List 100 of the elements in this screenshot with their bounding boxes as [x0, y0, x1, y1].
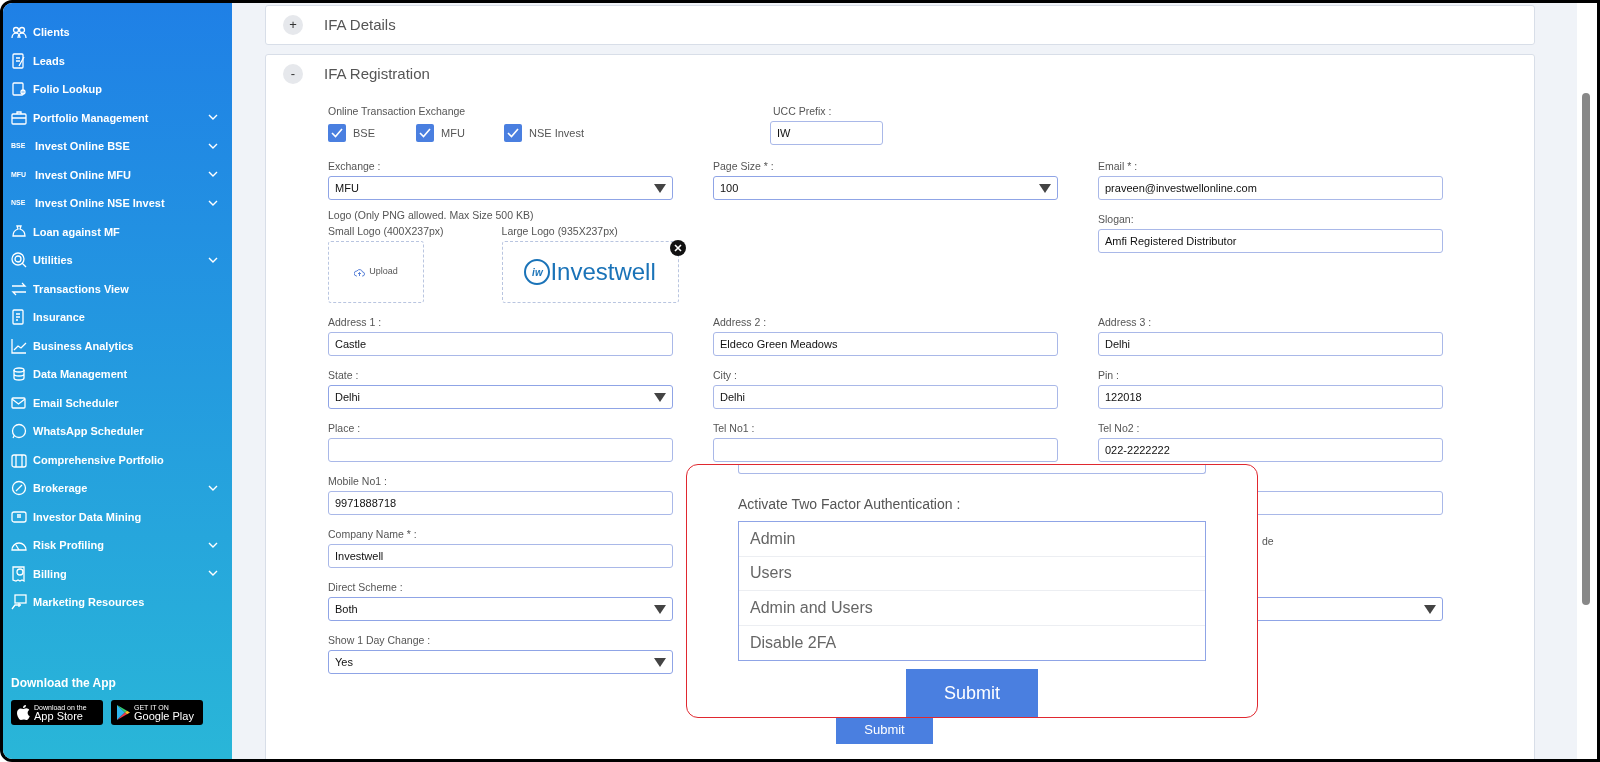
caret-icon — [654, 657, 666, 667]
dropdown[interactable]: Both — [328, 597, 673, 621]
input-field[interactable]: 122018 — [1098, 385, 1443, 409]
people-icon — [11, 24, 27, 41]
input-field[interactable]: Delhi — [713, 385, 1058, 409]
field-label: de — [1262, 535, 1274, 548]
input-field[interactable]: IW — [770, 121, 883, 145]
sidebar-item[interactable]: Utilities — [3, 246, 232, 275]
cloud-upload-icon — [354, 267, 366, 277]
input-field[interactable]: Investwell — [328, 544, 673, 568]
receipt-icon — [11, 565, 27, 582]
field-label: Exchange : — [328, 160, 382, 173]
field-label: Activate Two Factor Authentication : — [738, 495, 962, 514]
input-field[interactable] — [713, 438, 1058, 462]
sidebar-item[interactable]: Folio Lookup — [3, 75, 232, 104]
input-field[interactable]: Castle — [328, 332, 673, 356]
checkbox[interactable]: MFU — [416, 124, 504, 142]
checkbox[interactable]: NSE Invest — [504, 124, 585, 142]
dropdown[interactable]: 100 — [713, 176, 1058, 200]
field-label: City : — [713, 369, 738, 382]
caret-icon — [654, 183, 666, 193]
field-label: Address 1 : — [328, 316, 383, 329]
caret-icon — [654, 604, 666, 614]
envelope-icon — [11, 394, 27, 411]
field-label: Place : — [328, 422, 362, 435]
input-field[interactable] — [328, 438, 673, 462]
money-bag-icon — [11, 223, 27, 240]
list-option[interactable]: Users — [739, 556, 1205, 591]
field-label: Address 3 : — [1098, 316, 1153, 329]
field-label: Tel No1 : — [713, 422, 756, 435]
sidebar-item[interactable]: Portfolio Management — [3, 103, 232, 132]
field-label: Large Logo (935X237px) — [501, 225, 619, 238]
sidebar-item[interactable]: Transactions View — [3, 274, 232, 303]
input-field[interactable]: Amfi Registered Distributor — [1098, 229, 1443, 253]
sidebar-item[interactable]: Clients — [3, 18, 232, 47]
document-icon — [11, 52, 27, 69]
checkmark-icon — [419, 128, 431, 138]
upload-label: Upload — [369, 265, 398, 279]
list-option[interactable]: Admin and Users — [739, 591, 1205, 626]
submit-button[interactable]: Submit — [836, 716, 933, 744]
sidebar-item[interactable]: Data Management — [3, 360, 232, 389]
field-label: Address 2 : — [713, 316, 768, 329]
checkmark-icon — [331, 128, 343, 138]
sidebar-item[interactable]: Business Analytics — [3, 331, 232, 360]
store-name: App Store — [34, 710, 83, 722]
chat-icon — [11, 423, 27, 440]
input-field[interactable]: praveen@investwellonline.com — [1098, 176, 1443, 200]
sidebar-item[interactable]: Loan against MF — [3, 217, 232, 246]
close-icon — [669, 240, 686, 256]
document-icon — [11, 81, 27, 98]
field-label: Direct Scheme : — [328, 581, 404, 594]
field-label: Company Name * : — [328, 528, 418, 541]
field-label: Tel No2 : — [1098, 422, 1141, 435]
percent-icon — [11, 480, 27, 497]
input-field[interactable] — [738, 465, 1206, 474]
list-option[interactable]: Admin — [739, 522, 1205, 557]
input-field[interactable]: 9971888718 — [328, 491, 673, 515]
field-label: Page Size * : — [713, 160, 775, 173]
field-label: Mobile No1 : — [328, 475, 388, 488]
target-icon — [11, 252, 27, 269]
presentation-icon — [11, 594, 27, 611]
store-name: Google Play — [134, 710, 194, 722]
card-icon — [11, 508, 27, 525]
group-label: Online Transaction Exchange — [328, 105, 467, 118]
toggle-button[interactable]: - — [283, 64, 303, 84]
submit-button[interactable]: Submit — [906, 669, 1038, 717]
input-field[interactable]: Eldeco Green Meadows — [713, 332, 1058, 356]
stack-icon — [11, 366, 27, 383]
caret-icon — [1039, 183, 1051, 193]
field-label: UCC Prefix : — [772, 105, 833, 118]
field-label: Show 1 Day Change : — [328, 634, 432, 647]
field-label: Pin : — [1098, 369, 1120, 382]
input-field[interactable]: Delhi — [1098, 332, 1443, 356]
sidebar-item[interactable]: Insurance — [3, 303, 232, 332]
dropdown[interactable]: Yes — [328, 650, 673, 674]
play-icon — [117, 705, 130, 720]
field-label: Email * : — [1098, 160, 1139, 173]
panel-title: IFA Details — [324, 14, 396, 35]
company-logo: iw Investwell — [524, 259, 656, 285]
download-title: Download the App — [11, 675, 117, 692]
caret-icon — [654, 392, 666, 402]
caret-icon — [1424, 604, 1436, 614]
sidebar-item[interactable]: Leads — [3, 46, 232, 75]
field-label: State : — [328, 369, 360, 382]
arrows-icon — [11, 280, 27, 297]
upload-area[interactable]: Upload — [328, 241, 424, 303]
list-option[interactable]: Disable 2FA — [739, 625, 1205, 660]
chart-icon — [11, 337, 27, 354]
checkmark-icon — [507, 128, 519, 138]
checkbox[interactable]: BSE — [328, 124, 416, 142]
dropdown[interactable]: Delhi — [328, 385, 673, 409]
hint-text: Logo (Only PNG allowed. Max Size 500 KB) — [328, 209, 535, 222]
field-label: Slogan: — [1098, 213, 1135, 226]
dropdown[interactable]: MFU — [328, 176, 673, 200]
listbox[interactable]: Admin Users Admin and Users Disable 2FA — [738, 521, 1206, 661]
apple-icon — [17, 705, 30, 720]
field-label: Small Logo (400X237px) — [328, 225, 444, 238]
input-field[interactable]: 022-2222222 — [1098, 438, 1443, 462]
scrollbar-thumb[interactable] — [1582, 93, 1590, 605]
toggle-button[interactable]: + — [283, 15, 303, 35]
